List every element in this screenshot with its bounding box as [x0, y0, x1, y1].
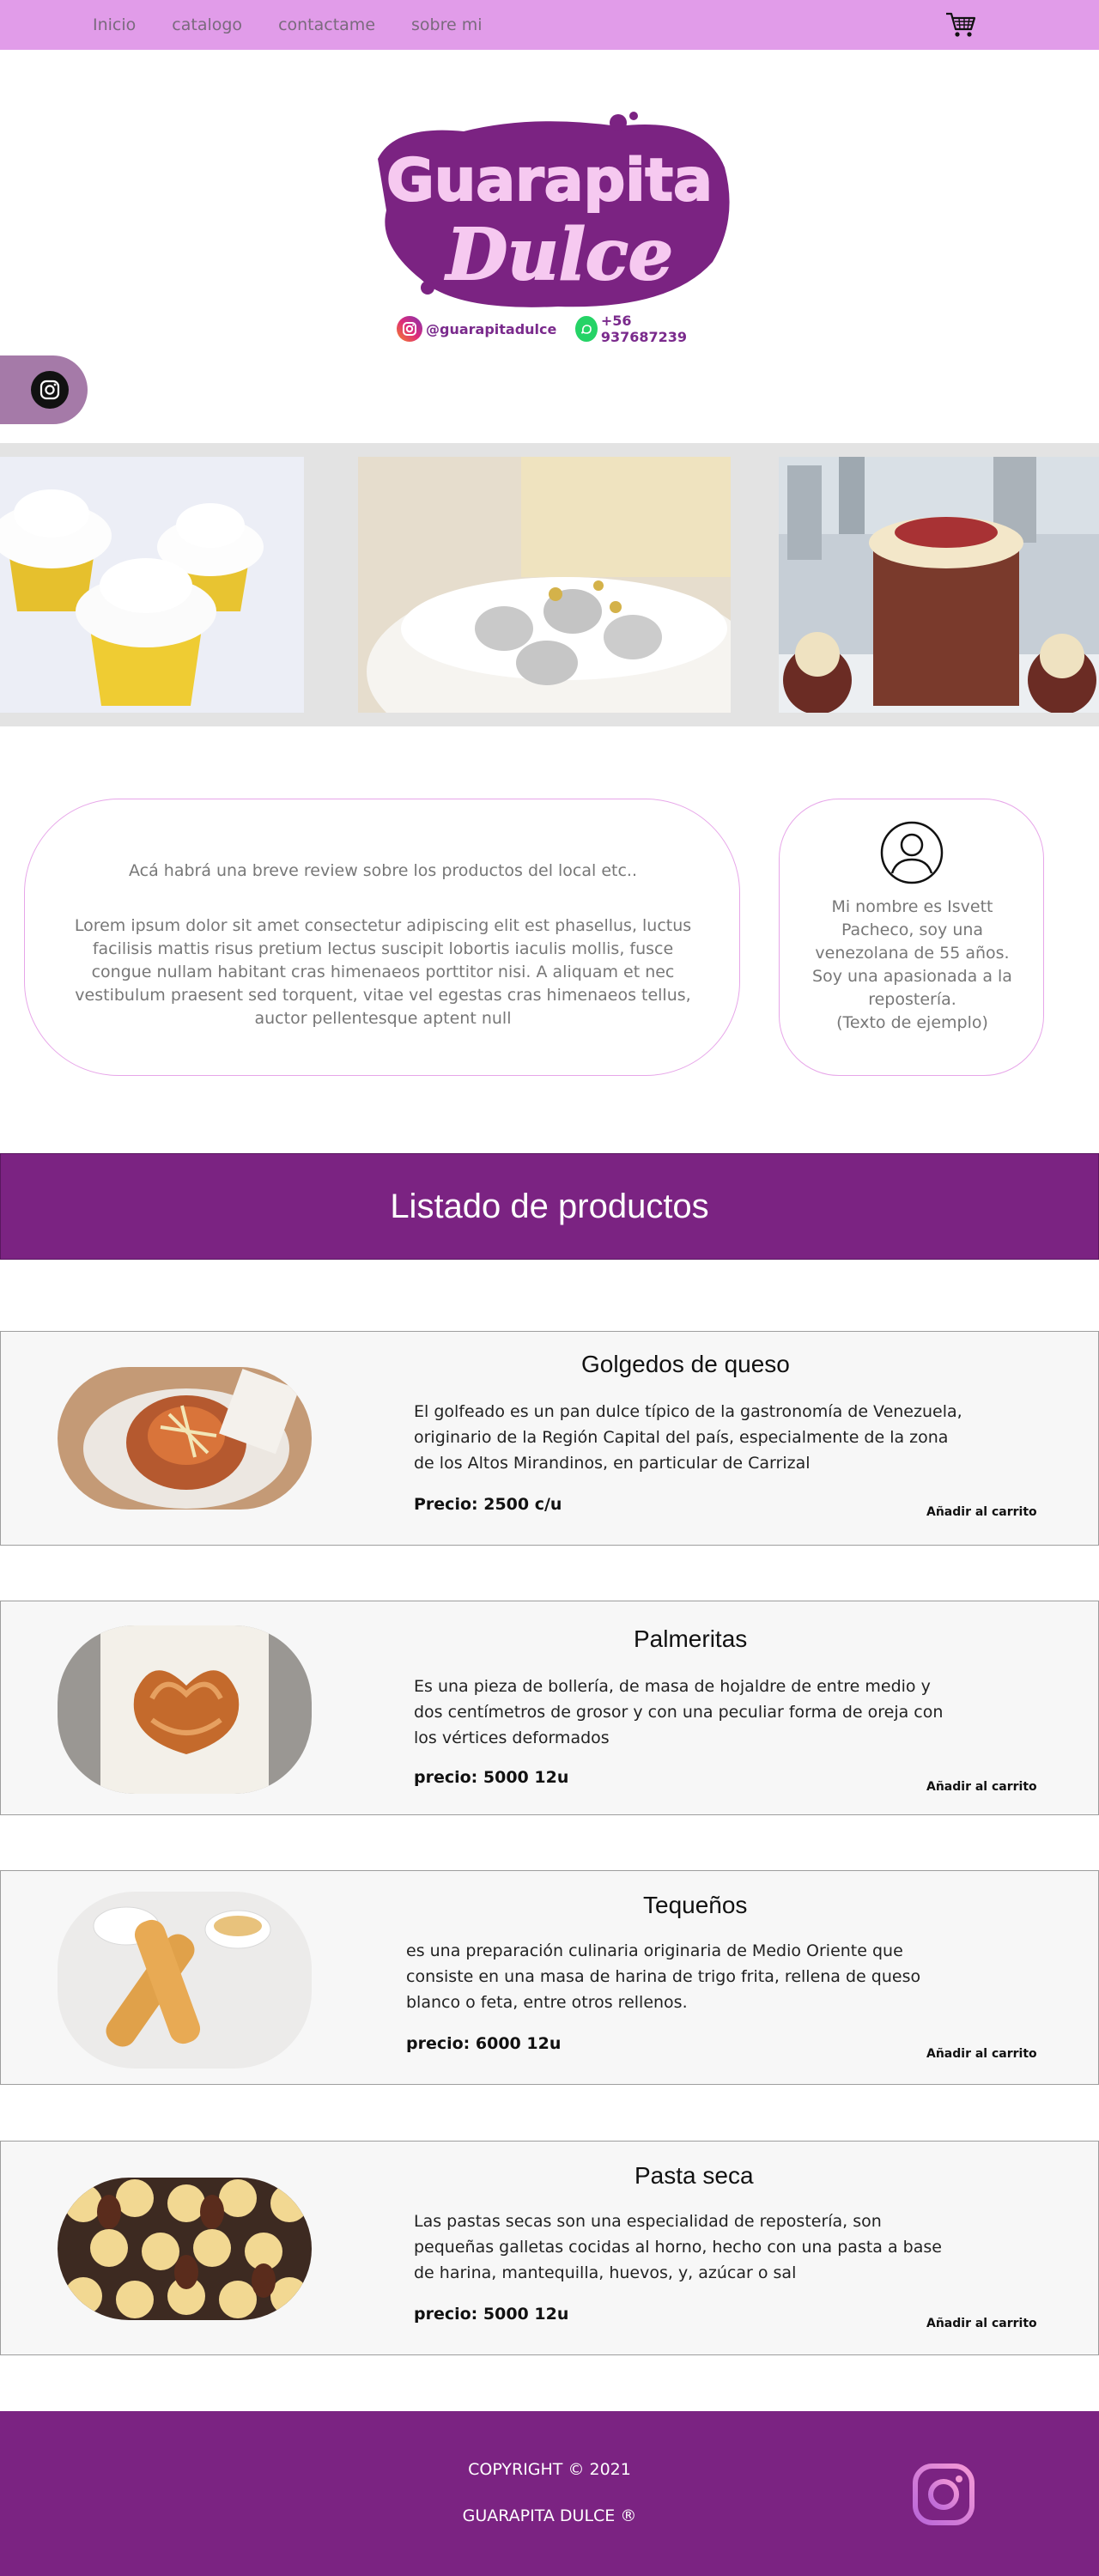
nav-link-inicio[interactable]: Inicio: [93, 15, 136, 34]
profile-note: (Texto de ejemplo): [836, 1013, 988, 1032]
gallery-image-red-velvet-cake: [779, 457, 1099, 713]
floating-instagram-button[interactable]: [0, 355, 88, 424]
product-card: Golgedos de queso El golfeado es un pan …: [0, 1331, 1099, 1546]
product-name: Palmeritas: [634, 1625, 748, 1652]
product-image-pasta-seca: [58, 2178, 312, 2320]
product-description: Es una pieza de bollería, de masa de hoj…: [414, 1677, 944, 1747]
profile-bio: Mi nombre es Isvett Pacheco, soy una ven…: [812, 897, 1012, 1009]
cart-icon[interactable]: [944, 10, 977, 39]
products-header: Listado de productos: [0, 1153, 1099, 1260]
add-to-cart-button[interactable]: Añadir al carrito: [926, 1780, 1037, 1794]
product-description: es una preparación culinaria originaria …: [406, 1941, 921, 2012]
products-title: Listado de productos: [390, 1187, 709, 1225]
product-card: Palmeritas Es una pieza de bollería, de …: [0, 1601, 1099, 1815]
gallery-image-cupcakes: [0, 457, 304, 713]
user-avatar-icon: [879, 820, 944, 885]
product-price: Precio: 2500 c/u: [414, 1495, 562, 1514]
nav-link-catalogo[interactable]: catalogo: [172, 15, 242, 34]
nav-links: Inicio catalogo contactame sobre mi: [93, 0, 519, 50]
whatsapp-contact[interactable]: +56 937687239: [575, 313, 704, 345]
nav-link-sobre-mi[interactable]: sobre mi: [411, 15, 483, 34]
whatsapp-number: +56 937687239: [600, 313, 688, 345]
add-to-cart-button[interactable]: Añadir al carrito: [926, 2317, 1037, 2330]
logo-line1: Guarapita: [386, 147, 713, 215]
instagram-icon[interactable]: [912, 2463, 975, 2526]
product-price: precio: 5000 12u: [414, 2305, 569, 2324]
instagram-icon: [31, 371, 69, 409]
instagram-icon: [397, 316, 422, 342]
product-image-golfeados: [58, 1367, 312, 1510]
product-name: Tequeños: [643, 1892, 748, 1918]
profile-text: Mi nombre es Isvett Pacheco, soy una ven…: [804, 896, 1021, 1035]
instagram-contact[interactable]: @guarapitadulce: [397, 316, 556, 342]
product-image-palmeritas: [58, 1625, 312, 1794]
review-body: Lorem ipsum dolor sit amet consectetur a…: [74, 916, 692, 1028]
nav-link-contactame[interactable]: contactame: [278, 15, 375, 34]
review-title: Acá habrá una breve review sobre los pro…: [128, 861, 638, 880]
gallery-image-white-cake: [358, 457, 731, 713]
product-description: Las pastas secas son una especialidad de…: [414, 2212, 942, 2282]
product-price: precio: 5000 12u: [414, 1768, 569, 1787]
add-to-cart-button[interactable]: Añadir al carrito: [926, 2047, 1037, 2061]
navbar: Inicio catalogo contactame sobre mi: [0, 0, 1099, 50]
product-description: El golfeado es un pan dulce típico de la…: [414, 1402, 962, 1473]
review-card: Acá habrá una breve review sobre los pro…: [24, 799, 740, 1076]
add-to-cart-button[interactable]: Añadir al carrito: [926, 1505, 1037, 1519]
product-price: precio: 6000 12u: [406, 2034, 562, 2053]
logo-line2: Dulce: [445, 214, 673, 296]
social-row: @guarapitadulce +56 937687239: [397, 313, 723, 345]
profile-card: Mi nombre es Isvett Pacheco, soy una ven…: [779, 799, 1044, 1076]
product-name: Pasta seca: [635, 2162, 754, 2189]
product-image-tequenos: [58, 1892, 312, 2069]
brand-logo: Guarapita Dulce: [361, 107, 738, 348]
instagram-handle: @guarapitadulce: [426, 320, 557, 337]
whatsapp-icon: [575, 316, 598, 342]
product-name: Golgedos de queso: [581, 1351, 790, 1377]
photo-gallery: [0, 443, 1099, 726]
product-card: Pasta seca Las pastas secas son una espe…: [0, 2141, 1099, 2355]
product-card: Tequeños es una preparación culinaria or…: [0, 1870, 1099, 2085]
